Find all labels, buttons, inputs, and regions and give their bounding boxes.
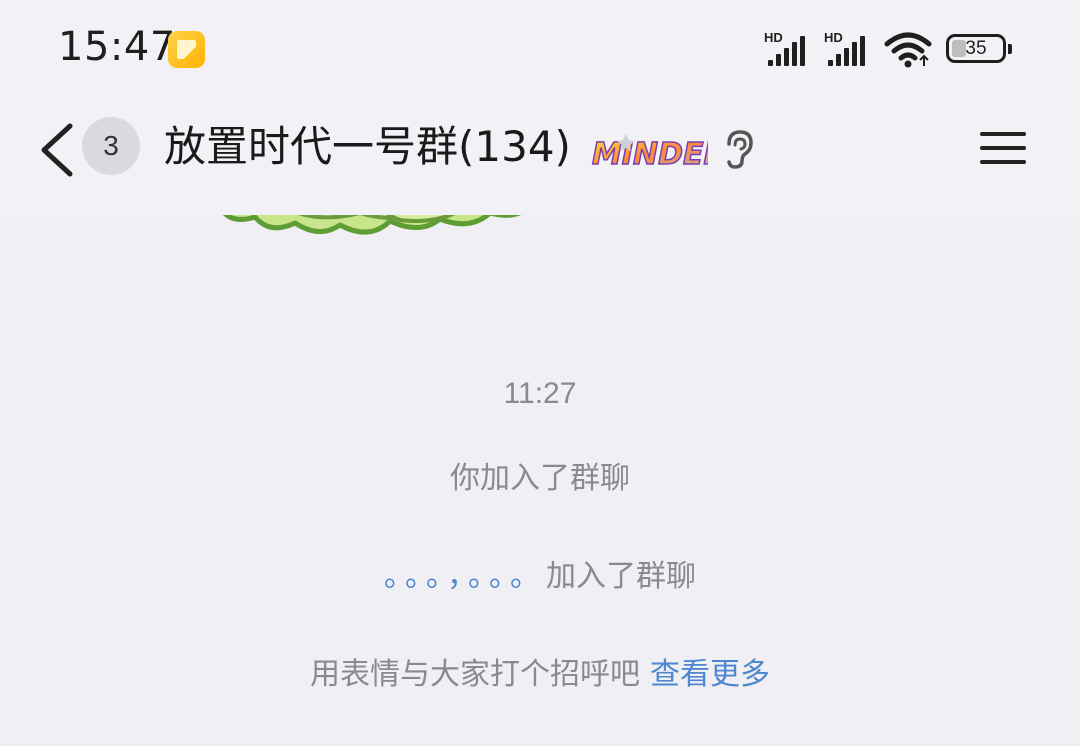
chat-header: 3 放置时代一号群(134) MINDED [0,100,1080,215]
greeting-prompt-text: 用表情与大家打个招呼吧 [310,657,640,692]
menu-icon[interactable] [980,128,1028,168]
minded-badge-icon[interactable]: MINDED [588,128,708,174]
battery-icon: 35 [946,34,1012,63]
message-timestamp: 11:27 [503,377,577,410]
ear-icon[interactable] [722,128,756,170]
system-message-member-joined: 。。。，。。。加入了群聊 [0,551,1080,595]
message-list[interactable]: 11:27 你加入了群聊 。。。，。。。加入了群聊 用表情与大家打个招呼吧 查看更… [0,215,1080,746]
battery-level: 35 [965,38,987,59]
status-bar: 15:47 HD HD 35 [0,0,1080,100]
member-name-link[interactable]: 。。。，。。。 [384,559,546,594]
member-joined-text: 加入了群聊 [546,559,696,594]
see-more-link[interactable]: 查看更多 [650,657,770,692]
group-title[interactable]: 放置时代一号群(134) [164,120,571,174]
signal-icon: HD [824,30,874,66]
status-time: 15:47 [58,24,176,70]
minded-badge-text: MINDED [592,137,708,172]
system-message-self-joined: 你加入了群聊 [450,461,630,496]
back-chevron-icon[interactable] [30,118,80,178]
lettuce-sticker-image[interactable] [200,215,590,295]
signal-icon: HD [764,30,814,66]
system-message-greeting: 用表情与大家打个招呼吧 查看更多 [0,649,1080,693]
wifi-icon [884,32,932,68]
unread-count-badge[interactable]: 3 [82,117,140,175]
notification-app-icon [168,31,205,68]
